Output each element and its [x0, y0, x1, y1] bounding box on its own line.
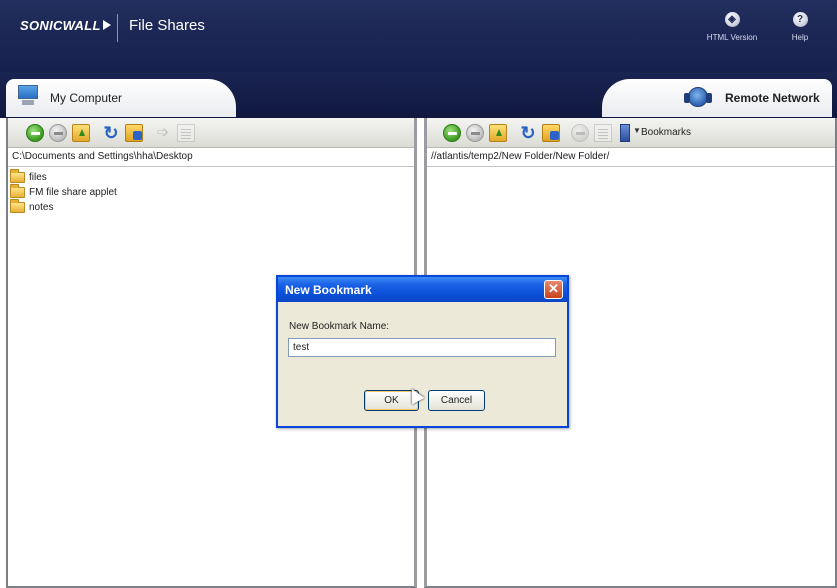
brand-arrow-icon	[102, 20, 111, 30]
disconnect-icon[interactable]	[49, 124, 67, 142]
tab-remote-network[interactable]: Remote Network	[602, 79, 832, 117]
properties-icon[interactable]	[594, 124, 612, 142]
connect-icon[interactable]	[443, 124, 461, 142]
refresh-icon[interactable]: ↻	[519, 124, 537, 142]
disconnect-icon[interactable]	[466, 124, 484, 142]
help-label: Help	[791, 33, 809, 42]
local-toolbar: ↻ ➩	[8, 118, 414, 148]
close-icon[interactable]: ✕	[544, 280, 563, 299]
list-item[interactable]: files	[10, 169, 117, 185]
connect-icon[interactable]	[26, 124, 44, 142]
list-item-label: FM file share applet	[29, 187, 117, 198]
html-version-link[interactable]: ◈ HTML Version	[697, 12, 767, 42]
app-title: File Shares	[129, 17, 205, 34]
bookmarks-menu[interactable]: Bookmarks	[641, 127, 691, 138]
upload-icon[interactable]: ➩	[154, 124, 172, 142]
remote-network-icon	[684, 87, 712, 107]
new-folder-icon[interactable]	[542, 124, 560, 142]
list-item[interactable]: FM file share applet	[10, 184, 117, 200]
header-bar: SONICWALL File Shares ◈ HTML Version ? H…	[0, 0, 837, 72]
folder-up-icon[interactable]	[72, 124, 90, 142]
brand-name: SONICWALL	[20, 18, 101, 33]
cancel-button[interactable]: Cancel	[428, 390, 485, 411]
tab-my-computer[interactable]: My Computer	[6, 79, 236, 117]
bookmark-icon[interactable]	[620, 124, 630, 142]
dialog-titlebar[interactable]: New Bookmark ✕	[278, 277, 567, 302]
chevron-down-icon[interactable]: ▼	[633, 126, 641, 135]
folder-icon	[10, 169, 25, 183]
folder-up-icon[interactable]	[489, 124, 507, 142]
header-divider	[117, 14, 118, 42]
new-bookmark-dialog: New Bookmark ✕ New Bookmark Name: OK Can…	[276, 275, 569, 428]
brand-logo: SONICWALL	[20, 18, 111, 33]
dialog-title: New Bookmark	[285, 283, 372, 297]
new-folder-icon[interactable]	[125, 124, 143, 142]
bookmark-name-input[interactable]	[288, 338, 556, 357]
html-version-icon: ◈	[724, 12, 740, 27]
computer-icon	[16, 85, 40, 107]
list-item-label: notes	[29, 202, 54, 213]
refresh-icon[interactable]: ↻	[102, 124, 120, 142]
help-icon: ?	[792, 12, 808, 27]
bookmark-name-label: New Bookmark Name:	[289, 321, 390, 332]
folder-icon	[10, 199, 25, 213]
remote-path-field[interactable]: //atlantis/temp2/New Folder/New Folder/	[427, 149, 835, 167]
list-item[interactable]: notes	[10, 199, 117, 215]
download-icon[interactable]	[571, 124, 589, 142]
properties-icon[interactable]	[177, 124, 195, 142]
local-path-field[interactable]: C:\Documents and Settings\hha\Desktop	[8, 149, 414, 167]
help-link[interactable]: ? Help	[785, 12, 815, 42]
folder-icon	[10, 184, 25, 198]
remote-toolbar: ↻ ▼ Bookmarks	[427, 118, 835, 148]
local-file-list: files FM file share applet notes	[10, 169, 117, 215]
tab-my-computer-label: My Computer	[50, 91, 123, 105]
html-version-label: HTML Version	[706, 33, 758, 42]
list-item-label: files	[29, 172, 47, 183]
tab-remote-network-label: Remote Network	[725, 91, 820, 105]
